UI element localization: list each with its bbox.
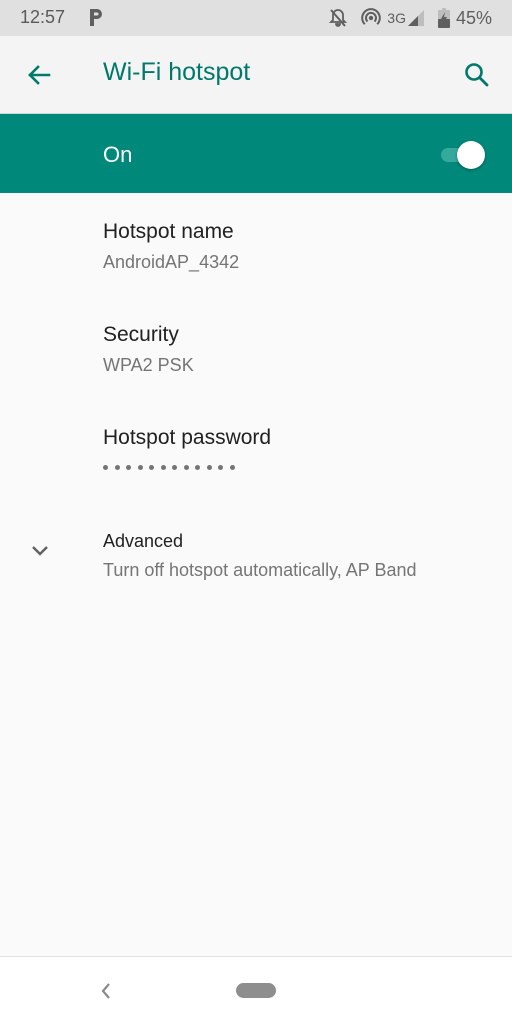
password-dot (137, 465, 143, 470)
status-bar: 12:57 3G 45% (0, 0, 512, 36)
pref-summary: Turn off hotspot automatically, AP Band (103, 560, 417, 580)
status-icons: 3G 45% (329, 6, 492, 30)
password-dot (206, 465, 212, 470)
masked-password (103, 465, 235, 470)
navigation-bar (0, 956, 512, 1024)
pref-hotspot-password[interactable]: Hotspot password (0, 400, 512, 503)
hotspot-master-switch-bar[interactable]: On (0, 113, 512, 193)
bell-off-icon (329, 9, 348, 27)
password-dot (195, 465, 200, 470)
password-dot (114, 465, 120, 470)
page-title: Wi-Fi hotspot (103, 58, 251, 86)
hotspot-toggle[interactable] (437, 141, 485, 169)
password-dot (160, 465, 166, 470)
pref-summary: AndroidAP_4342 (103, 252, 240, 272)
pref-title: Hotspot password (103, 426, 272, 449)
master-switch-label: On (103, 142, 133, 167)
chevron-down-icon (32, 546, 48, 556)
status-time: 12:57 (20, 7, 66, 27)
home-pill-icon[interactable] (236, 983, 276, 998)
password-dot (149, 465, 154, 470)
hotspot-icon (361, 8, 382, 25)
pref-hotspot-name[interactable]: Hotspot name AndroidAP_4342 (0, 194, 512, 297)
search-icon[interactable] (460, 58, 494, 92)
arrow-back-icon[interactable] (22, 58, 56, 92)
signal-icon (407, 10, 424, 26)
pref-security[interactable]: Security WPA2 PSK (0, 297, 512, 400)
pref-summary: WPA2 PSK (103, 355, 194, 375)
pref-title: Advanced (103, 531, 184, 551)
network-type: 3G (387, 10, 406, 26)
app-bar: Wi-Fi hotspot (0, 36, 512, 113)
password-dot (183, 465, 189, 470)
battery-charging-icon (437, 8, 450, 28)
password-dot (229, 465, 235, 470)
battery-percent: 45% (455, 7, 492, 28)
parking-p-icon (90, 9, 102, 26)
pref-title: Hotspot name (103, 220, 234, 243)
pref-title: Security (103, 323, 179, 346)
password-dot (126, 465, 131, 470)
toggle-thumb (457, 141, 485, 169)
password-dot (172, 465, 177, 470)
nav-back-icon[interactable] (96, 979, 116, 1003)
password-dot (103, 465, 108, 470)
pref-advanced[interactable]: Advanced Turn off hotspot automatically,… (0, 516, 512, 596)
password-dot (218, 465, 223, 470)
